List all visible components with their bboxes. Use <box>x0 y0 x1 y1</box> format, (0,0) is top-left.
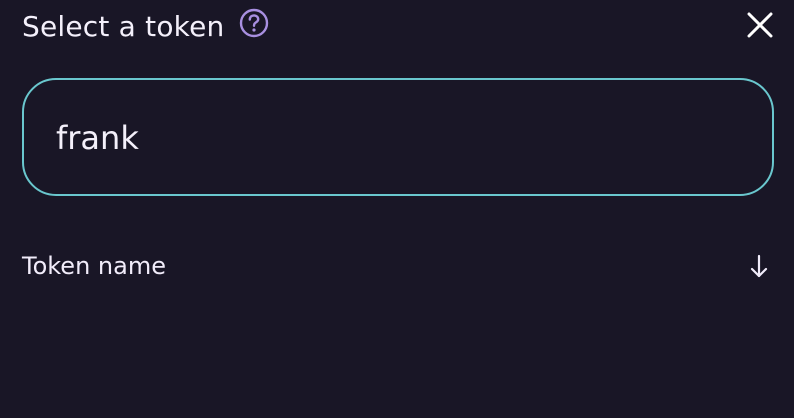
help-icon[interactable] <box>238 7 270 39</box>
close-icon[interactable] <box>746 11 774 39</box>
search-box[interactable] <box>22 78 774 196</box>
modal-header: Select a token <box>22 6 774 50</box>
token-list-header: Token name <box>22 248 774 284</box>
sort-arrow-down-icon[interactable] <box>744 250 774 282</box>
search-input[interactable] <box>56 110 736 166</box>
token-name-column-label: Token name <box>22 252 166 280</box>
modal-title: Select a token <box>22 10 225 43</box>
